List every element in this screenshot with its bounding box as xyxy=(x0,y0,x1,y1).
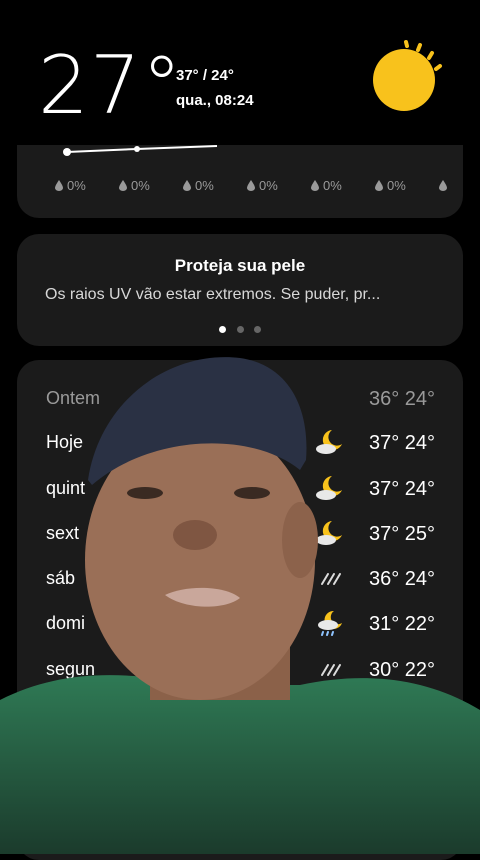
precip-value: 0% xyxy=(387,178,406,193)
moon-cloud-icon xyxy=(316,476,342,500)
precip-value: 0% xyxy=(259,178,278,193)
precip-value: 0% xyxy=(131,178,150,193)
day-label: sext xyxy=(46,523,80,543)
forecast-row[interactable]: Hoje 37° 24° xyxy=(17,428,463,458)
page-dot[interactable] xyxy=(236,326,244,333)
drop-icon xyxy=(119,180,127,191)
drop-icon xyxy=(55,180,63,191)
precip-item: 0% xyxy=(375,178,439,193)
forecast-row[interactable]: sáb 36° 24° xyxy=(17,564,463,594)
precip-row: 0% 0% 0% 0% 0% 0% xyxy=(55,178,459,193)
day-temps: 30° 22° xyxy=(368,705,435,727)
forecast-row[interactable]: Ontem 36° 24° xyxy=(17,384,463,414)
forecast-row[interactable]: domi 31° 22° xyxy=(17,609,463,639)
precip-item: 0% xyxy=(119,178,183,193)
current-weather-header: 27° 37° / 24° qua., 08:24 xyxy=(0,0,480,145)
drop-icon xyxy=(183,180,191,191)
uv-advice-card[interactable]: Proteja sua pele Os raios UV vão estar e… xyxy=(17,234,463,346)
precip-item: 0% xyxy=(311,178,375,193)
forecast-row[interactable]: segun 30° 22° xyxy=(17,655,463,685)
moon-cloud-icon xyxy=(316,430,342,454)
day-label: Ontem xyxy=(46,388,101,408)
day-temps: 37° 24° xyxy=(368,478,435,500)
drop-icon xyxy=(375,180,383,191)
day-temps: 36° 24° xyxy=(368,568,435,590)
day-temps: 30° 22° xyxy=(368,659,435,681)
day-label: sáb xyxy=(46,568,76,588)
day-temps: 31° 22° xyxy=(368,613,435,635)
precip-value: 0% xyxy=(195,178,214,193)
high-low-temp: 37° / 24° xyxy=(176,67,234,84)
drop-icon xyxy=(311,180,319,191)
day-label: Hoje xyxy=(46,432,84,452)
forecast-row[interactable]: quint 37° 24° xyxy=(17,474,463,504)
wind-icon xyxy=(321,573,341,585)
precip-item: 0% xyxy=(55,178,119,193)
day-label: quint xyxy=(46,478,86,498)
precip-value: 0% xyxy=(67,178,86,193)
current-temperature: 27° xyxy=(38,39,183,132)
page-indicator[interactable] xyxy=(17,320,463,338)
moon-cloud-icon xyxy=(316,521,342,545)
drop-icon xyxy=(247,180,255,191)
date-time: qua., 08:24 xyxy=(176,92,254,109)
sun-icon xyxy=(373,40,442,111)
day-label: terça-feir xyxy=(46,705,118,725)
uv-description: Os raios UV vão estar extremos. Se puder… xyxy=(45,286,381,303)
wind-icon xyxy=(321,664,341,676)
page-dot[interactable] xyxy=(253,326,261,333)
day-temps: 36° 24° xyxy=(368,388,435,410)
forecast-row[interactable]: sext 37° 25° xyxy=(17,519,463,549)
moon-rain-icon xyxy=(318,610,342,636)
page-dot-active[interactable] xyxy=(219,326,227,333)
precip-item: 0% xyxy=(247,178,311,193)
day-temps: 37° 24° xyxy=(368,432,435,454)
precip-item-partial xyxy=(439,178,459,193)
precip-item: 0% xyxy=(183,178,247,193)
day-label: domi xyxy=(46,613,86,633)
day-label: segun xyxy=(46,659,96,679)
uv-title: Proteja sua pele xyxy=(174,256,306,275)
forecast-row[interactable]: terça-feir 30° 22° xyxy=(17,701,463,731)
precip-value: 0% xyxy=(323,178,342,193)
day-temps: 37° 25° xyxy=(368,523,435,545)
daily-forecast-card[interactable]: Ontem 36° 24° Hoje 37° 24° quint 37° 24°… xyxy=(17,360,463,860)
drop-icon xyxy=(439,180,447,191)
